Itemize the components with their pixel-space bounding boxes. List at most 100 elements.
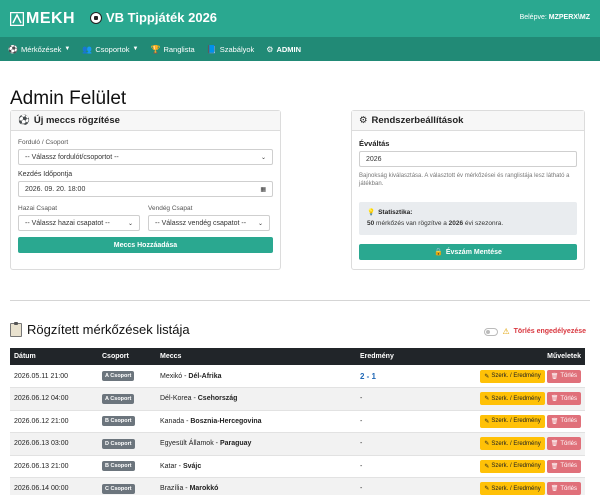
home-team-select[interactable]: -- Válassz hazai csapatot -- ⌄ — [18, 215, 140, 231]
stat-box: 💡 Statisztika: 50 mérkőzés van rögzítve … — [359, 202, 577, 236]
delete-toggle-wrap: ⚠ Törlés engedélyezése — [484, 327, 586, 336]
main-nav: ⚽ Mérkőzések ▼ 👥 Csoportok ▼ 🏆 Ranglista… — [0, 37, 600, 61]
col-match: Meccs — [156, 348, 356, 365]
row-match: Egyesült Államok - Paraguay — [156, 432, 356, 456]
row-match: Mexikó - Dél-Afrika — [156, 365, 356, 388]
login-user: MZPERX\MZ — [548, 14, 590, 21]
row-result: - — [356, 432, 466, 456]
start-datetime-input[interactable]: 2026. 09. 20. 18:00 ▦ — [18, 181, 273, 197]
settings-card: ⚙ Rendszerbeállítások Évváltás 2026 Bajn… — [351, 110, 585, 270]
groups-icon: 👥 — [82, 44, 93, 54]
group-badge: A Csoport — [102, 371, 135, 381]
group-badge: C Csoport — [102, 483, 135, 494]
logo-text: MEKH — [26, 9, 76, 27]
away-team-select[interactable]: -- Válassz vendég csapatot -- ⌄ — [148, 215, 270, 231]
nav-item-admin[interactable]: ⚙ ADMIN — [266, 45, 301, 54]
nav-item-merkozesek[interactable]: ⚽ Mérkőzések ▼ — [8, 45, 70, 54]
section-divider — [10, 300, 590, 301]
chevron-down-icon: ⌄ — [257, 220, 263, 227]
nav-item-csoportok[interactable]: 👥 Csoportok ▼ — [82, 45, 138, 54]
col-date: Dátum — [10, 348, 98, 365]
trash-icon: 🗑 — [550, 486, 559, 493]
book-icon: 📘 — [206, 44, 217, 54]
mekh-logo-icon — [10, 11, 24, 26]
caret-down-icon: ▼ — [132, 46, 139, 52]
settings-card-header: ⚙ Rendszerbeállítások — [352, 111, 584, 131]
group-badge: A Csoport — [102, 393, 135, 404]
caret-down-icon: ▼ — [64, 46, 71, 52]
warning-icon: ⚠ — [502, 327, 510, 336]
delete-button[interactable]: 🗑 Törlés — [546, 392, 581, 406]
year-input[interactable]: 2026 — [359, 151, 577, 167]
round-select[interactable]: -- Válassz fordulót/csoportot -- ⌄ — [18, 149, 273, 165]
chevron-down-icon: ⌄ — [127, 220, 133, 227]
group-badge: B Csoport — [102, 461, 135, 472]
round-label: Forduló / Csoport — [18, 139, 69, 146]
gear-icon: ⚙ — [266, 44, 274, 54]
matches-table-body: 2026.05.11 21:00 A Csoport Mexikó - Dél-Af… — [10, 365, 585, 495]
row-date: 2026.06.12 21:00 — [10, 410, 98, 433]
col-actions: Műveletek — [466, 348, 585, 365]
group-badge: B Csoport — [102, 416, 135, 427]
edit-result-button[interactable]: ✎ Szerk. / Eredmény — [480, 392, 545, 406]
delete-toggle-switch[interactable] — [484, 327, 499, 336]
row-match: Kanada - Bosznia-Hercegovina — [156, 410, 356, 433]
list-title: Rögzített mérkőzések listája — [10, 321, 190, 337]
row-match: Katar - Svájc — [156, 455, 356, 478]
nav-item-ranglista[interactable]: 🏆 Ranglista — [150, 45, 194, 54]
app-title: VB Tippjáték 2026 — [90, 10, 217, 25]
trash-icon: 🗑 — [550, 396, 559, 403]
edit-result-button[interactable]: ✎ Szerk. / Eredmény — [480, 369, 545, 383]
row-result: - — [356, 455, 466, 478]
edit-result-button[interactable]: ✎ Szerk. / Eredmény — [480, 459, 545, 473]
row-result: - — [356, 410, 466, 433]
soccer-ball-icon: ⚽ — [8, 44, 18, 54]
pencil-icon: ✎ — [484, 396, 490, 403]
table-header: Dátum Csoport Meccs Eredmény Műveletek — [10, 348, 585, 365]
gear-icon: ⚙ — [359, 115, 368, 126]
pencil-icon: ✎ — [484, 463, 490, 470]
delete-button[interactable]: 🗑 Törlés — [546, 459, 581, 473]
delete-button[interactable]: 🗑 Törlés — [546, 414, 581, 428]
chevron-down-icon: ⌄ — [260, 154, 266, 161]
row-match: Brazília - Marokkó — [156, 477, 356, 495]
pencil-icon: ✎ — [484, 418, 490, 425]
edit-result-button[interactable]: ✎ Szerk. / Eredmény — [480, 482, 545, 495]
pencil-icon: ✎ — [484, 486, 490, 493]
table-row: 2026.06.14 00:00 C Csoport Brazília - Maro… — [10, 477, 585, 495]
edit-result-button[interactable]: ✎ Szerk. / Eredmény — [480, 437, 545, 451]
soccer-ball-icon — [90, 11, 102, 24]
row-result: - — [356, 387, 466, 411]
clipboard-icon — [10, 321, 22, 337]
logo[interactable]: MEKH — [10, 10, 75, 28]
save-year-button[interactable]: 🔒 Évszám Mentése — [359, 244, 577, 261]
add-match-button[interactable]: Meccs Hozzáadása — [18, 237, 273, 253]
calendar-icon[interactable]: ▦ — [260, 186, 266, 193]
login-info: Belépve: MZPERX\MZ — [519, 14, 590, 21]
delete-button[interactable]: 🗑 Törlés — [546, 437, 581, 451]
trophy-icon: 🏆 — [150, 44, 161, 54]
delete-toggle-label[interactable]: Törlés engedélyezése — [514, 328, 586, 335]
table-row: 2026.05.11 21:00 A Csoport Mexikó - Dél-Af… — [10, 365, 585, 388]
edit-result-button[interactable]: ✎ Szerk. / Eredmény — [480, 414, 545, 428]
top-header: MEKH VB Tippjáték 2026 Belépve: MZPERX\M… — [0, 0, 600, 37]
pencil-icon: ✎ — [484, 441, 490, 448]
row-date: 2026.06.14 00:00 — [10, 477, 98, 495]
row-date: 2026.06.12 04:00 — [10, 387, 98, 411]
lock-icon: 🔒 — [434, 249, 443, 257]
row-date: 2026.05.11 21:00 — [10, 365, 98, 388]
new-match-card-header: ⚽ Új meccs rögzítése — [11, 111, 280, 131]
away-team-label: Vendég Csapat — [148, 205, 193, 212]
year-help-text: Bajnokság kiválasztása. A választott év … — [359, 173, 570, 188]
delete-button[interactable]: 🗑 Törlés — [546, 369, 581, 383]
home-team-label: Hazai Csapat — [18, 205, 58, 212]
delete-button[interactable]: 🗑 Törlés — [546, 482, 581, 495]
start-label: Kezdés Időpontja — [18, 171, 73, 178]
col-group: Csoport — [98, 348, 156, 365]
trash-icon: 🗑 — [550, 463, 559, 470]
nav-item-szabalyok[interactable]: 📘 Szabályok — [207, 45, 255, 54]
trash-icon: 🗑 — [550, 373, 559, 380]
year-label: Évváltás — [359, 139, 390, 148]
table-row: 2026.06.12 04:00 A Csoport Dél-Korea - Cse… — [10, 387, 585, 411]
row-result: - — [356, 477, 466, 495]
